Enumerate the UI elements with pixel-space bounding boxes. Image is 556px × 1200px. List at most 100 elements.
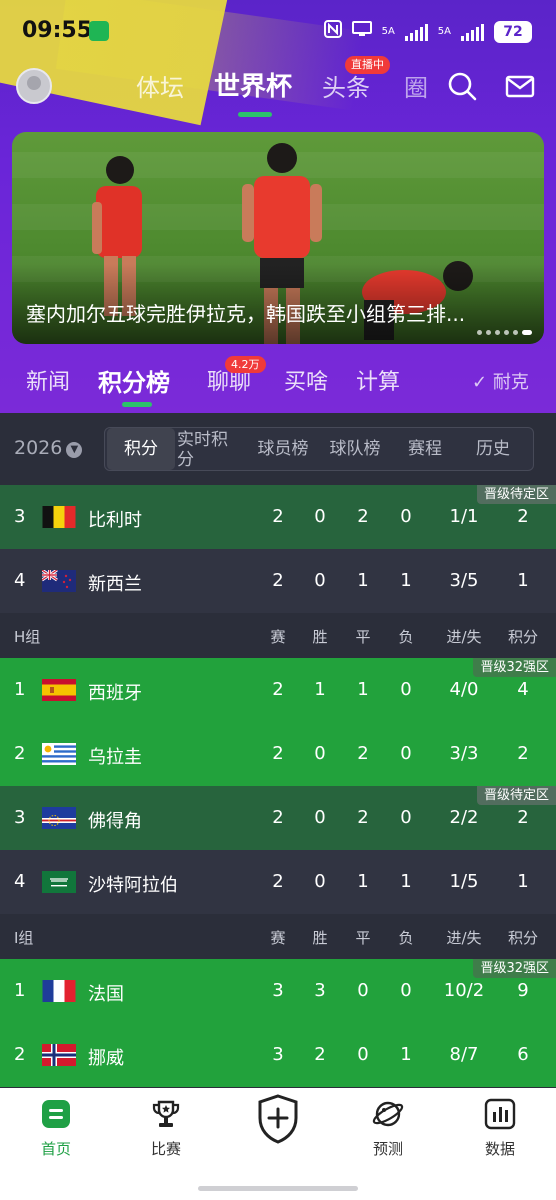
zone-badge: 晋级32强区: [473, 658, 556, 677]
bottom-tab-create[interactable]: [238, 1094, 318, 1152]
battery-indicator: 72: [494, 20, 532, 43]
bottom-tab-data[interactable]: 数据: [460, 1098, 540, 1159]
stat-p: 2: [272, 743, 284, 764]
bottom-tab-label: 首页: [40, 1140, 71, 1158]
stat-l: 0: [400, 506, 412, 527]
segment-teams[interactable]: 球队榜: [323, 428, 387, 470]
tab-sports[interactable]: 体坛: [136, 68, 184, 103]
top-nav: 体坛 世界杯 头条 直播中 圈: [0, 56, 556, 118]
segment-schedule[interactable]: 赛程: [397, 428, 453, 470]
stat-l: 0: [400, 807, 412, 828]
tab-circle[interactable]: 圈: [404, 68, 428, 103]
stat-goals: 3/3: [449, 743, 479, 764]
team-name: 沙特阿拉伯: [88, 875, 178, 896]
stat-d: 2: [357, 743, 369, 764]
search-icon[interactable]: [446, 70, 478, 102]
team-rank: 3: [14, 506, 26, 527]
news-banner[interactable]: 塞内加尔五球完胜伊拉克，韩国跌至小组第三排...: [12, 132, 544, 344]
team-rank: 4: [14, 570, 26, 591]
tab-news[interactable]: 新闻: [26, 364, 70, 396]
stat-l: 1: [400, 570, 412, 591]
column-header: 平: [355, 628, 371, 646]
stat-pts: 1: [517, 871, 529, 892]
season-label: 2026: [14, 437, 63, 459]
stat-w: 3: [314, 980, 326, 1001]
signal-icon: [404, 23, 428, 41]
standings-row[interactable]: 晋级32强区 1 法国 3 3 0 0 10/2 9: [0, 959, 556, 1023]
group-name: H组: [14, 628, 41, 646]
stat-pts: 2: [517, 743, 529, 764]
stat-l: 0: [400, 980, 412, 1001]
stat-goals: 10/2: [443, 980, 485, 1001]
standings-row[interactable]: 晋级待定区 3 比利时 2 0 2 0 1/1 2: [0, 485, 556, 549]
chevron-down-icon: ▼: [66, 442, 83, 458]
cast-icon: [351, 21, 372, 42]
chat-count-badge: 4.2万: [225, 356, 266, 373]
standings-row[interactable]: 2 乌拉圭 2 0 2 0 3/3 2: [0, 722, 556, 786]
stat-p: 3: [272, 980, 284, 1001]
team-name: 挪威: [88, 1048, 124, 1069]
network-label-1: 5A: [381, 25, 395, 37]
stat-goals: 1/5: [449, 871, 479, 892]
capeverde-flag-icon: [42, 807, 76, 829]
standings-row[interactable]: 2 挪威 3 2 0 1 8/7 6: [0, 1023, 556, 1087]
bottom-tab-home[interactable]: 首页: [16, 1098, 96, 1159]
status-time: 09:55: [22, 18, 93, 43]
bottom-tab-predict[interactable]: 预测: [348, 1098, 428, 1159]
column-header: 积分: [507, 929, 538, 947]
segment-live-points[interactable]: 实时积分: [177, 428, 237, 470]
stat-p: 2: [272, 679, 284, 700]
column-header: 积分: [507, 628, 538, 646]
segment-points[interactable]: 积分: [107, 428, 175, 470]
stat-w: 0: [314, 871, 326, 892]
section-tabs: 新闻 积分榜 聊聊 4.2万 买啥 计算 ✓ 耐克: [0, 352, 556, 408]
zone-badge: 晋级待定区: [476, 786, 556, 805]
team-name: 佛得角: [88, 811, 142, 832]
segment-history[interactable]: 历史: [465, 428, 521, 470]
stat-d: 1: [357, 679, 369, 700]
stat-p: 2: [272, 570, 284, 591]
standings-row[interactable]: 晋级待定区 3 佛得角 2 0 2 0 2/2 2: [0, 786, 556, 850]
stat-d: 0: [357, 1044, 369, 1065]
stat-p: 2: [272, 807, 284, 828]
home-indicator[interactable]: [198, 1186, 358, 1191]
tab-calculate[interactable]: 计算: [356, 364, 400, 396]
standings-segment-control: 积分 实时积分 球员榜 球队榜 赛程 历史: [104, 427, 534, 471]
column-header: 进/失: [446, 929, 482, 947]
season-selector[interactable]: 2026 ▼: [14, 437, 83, 459]
banner-caption: 塞内加尔五球完胜伊拉克，韩国跌至小组第三排...: [26, 302, 466, 326]
stat-pts: 4: [517, 679, 529, 700]
stat-d: 1: [357, 570, 369, 591]
group-header: H组 赛 胜 平 负 进/失 积分: [0, 613, 556, 658]
spain-flag-icon: [42, 679, 76, 701]
swoosh-icon: ✓: [472, 372, 488, 393]
avatar[interactable]: [16, 68, 52, 104]
zone-badge: 晋级待定区: [476, 485, 556, 504]
stat-d: 2: [357, 506, 369, 527]
standings-row[interactable]: 晋级32强区 1 西班牙 2 1 1 0 4/0 4: [0, 658, 556, 722]
stat-w: 2: [314, 1044, 326, 1065]
tab-buy[interactable]: 买啥: [284, 364, 328, 396]
stat-w: 1: [314, 679, 326, 700]
column-header: 负: [398, 929, 414, 947]
stat-l: 0: [400, 743, 412, 764]
team-rank: 1: [14, 679, 26, 700]
france-flag-icon: [42, 980, 76, 1002]
stat-pts: 1: [517, 570, 529, 591]
sponsor-link[interactable]: ✓ 耐克: [472, 368, 529, 394]
stat-p: 2: [272, 871, 284, 892]
standings-row[interactable]: 4 沙特阿拉伯 2 0 1 1 1/5 1: [0, 850, 556, 914]
standings-row[interactable]: 4 新西兰 2 0 1 1 3/5 1: [0, 549, 556, 613]
stat-l: 0: [400, 679, 412, 700]
column-header: 平: [355, 929, 371, 947]
signal-icon-2: [461, 23, 484, 41]
segment-players[interactable]: 球员榜: [251, 428, 315, 470]
tab-world-cup[interactable]: 世界杯: [214, 66, 292, 103]
bottom-tab-matches[interactable]: 比赛: [126, 1098, 206, 1159]
stat-goals: 3/5: [449, 570, 479, 591]
mail-icon[interactable]: [504, 70, 536, 102]
app-notification-icon: [89, 21, 109, 41]
group-name: I组: [14, 929, 34, 947]
tab-standings[interactable]: 积分榜: [98, 363, 170, 398]
stat-goals: 1/1: [449, 506, 479, 527]
